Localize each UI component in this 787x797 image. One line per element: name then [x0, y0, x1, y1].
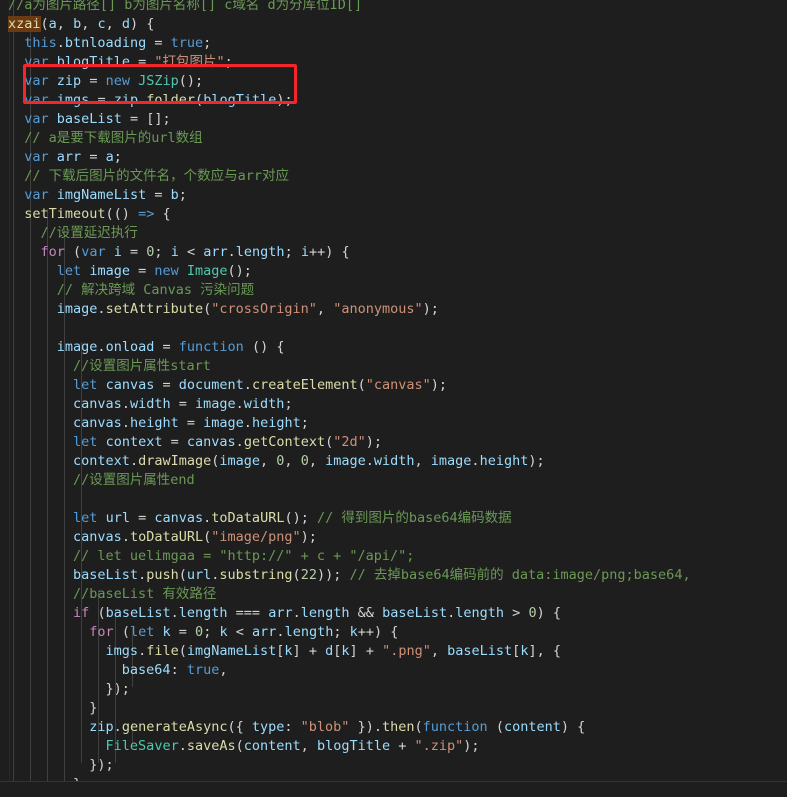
code-line: // 解决跨域 Canvas 污染问题 [56, 282, 255, 298]
code-line: // let uelimgaa = "http://" + c + "/api/… [73, 548, 415, 564]
code-line: let context = canvas.getContext("2d"); [73, 434, 383, 450]
code-line: var zip = new JSZip(); [24, 73, 204, 89]
code-line: for (var i = 0; i < arr.length; i++) { [40, 244, 350, 260]
code-line: zip.generateAsync({ type: "blob" }).then… [89, 719, 586, 735]
code-line: var imgNameList = b; [24, 187, 187, 203]
code-line: }); [89, 757, 114, 773]
code-line: // 下载后图片的文件名，个数应与arr对应 [24, 168, 290, 184]
code-line: //baseList 有效路径 [73, 586, 217, 602]
code-line: }); [105, 681, 130, 697]
code-line: //设置图片属性end [73, 472, 195, 488]
code-line: var imgs = zip.folder(blogTitle); [24, 92, 293, 108]
code-line: baseList.push(url.substring(22)); // 去掉b… [73, 567, 691, 583]
code-line: //设置图片属性start [73, 358, 211, 374]
code-line: for (let k = 0; k < arr.length; k++) { [89, 624, 399, 640]
code-content[interactable]: //a为图片路径[] b为图片名称[] c域名 d为分库位ID[] xzai(a… [0, 0, 787, 782]
horizontal-scrollbar[interactable] [0, 781, 787, 797]
code-line: var baseList = []; [24, 111, 171, 127]
code-line: canvas.toDataURL("image/png"); [73, 529, 317, 545]
code-editor[interactable]: //a为图片路径[] b为图片名称[] c域名 d为分库位ID[] xzai(a… [0, 0, 787, 797]
code-line: //a为图片路径[] b为图片名称[] c域名 d为分库位ID[] [8, 0, 363, 13]
code-line: // a是要下载图片的url数组 [24, 130, 203, 146]
code-line: canvas.width = image.width; [73, 396, 293, 412]
code-line: //设置延迟执行 [40, 225, 138, 241]
code-line: } [89, 700, 98, 716]
code-line: canvas.height = image.height; [73, 415, 309, 431]
code-line: let url = canvas.toDataURL(); // 得到图片的ba… [73, 510, 512, 526]
code-line: if (baseList.length === arr.length && ba… [73, 605, 561, 621]
code-line: imgs.file(imgNameList[k] + d[k] + ".png"… [105, 643, 561, 659]
word-occurrence-highlight: xzai [8, 16, 41, 32]
code-line: xzai(a, b, c, d) { [8, 16, 155, 32]
code-line: setTimeout(() => { [24, 206, 171, 222]
code-line: var blogTitle = "打包图片"; [24, 54, 233, 70]
code-line: image.setAttribute("crossOrigin", "anony… [56, 301, 439, 317]
code-line: base64: true, [121, 662, 228, 678]
code-line: context.drawImage(image, 0, 0, image.wid… [73, 453, 545, 469]
code-line: let canvas = document.createElement("can… [73, 377, 448, 393]
code-line: FileSaver.saveAs(content, blogTitle + ".… [105, 738, 480, 754]
code-line: image.onload = function () { [56, 339, 285, 355]
code-line: var arr = a; [24, 149, 122, 165]
code-line: this.btnloading = true; [24, 35, 212, 51]
code-line: let image = new Image(); [56, 263, 252, 279]
